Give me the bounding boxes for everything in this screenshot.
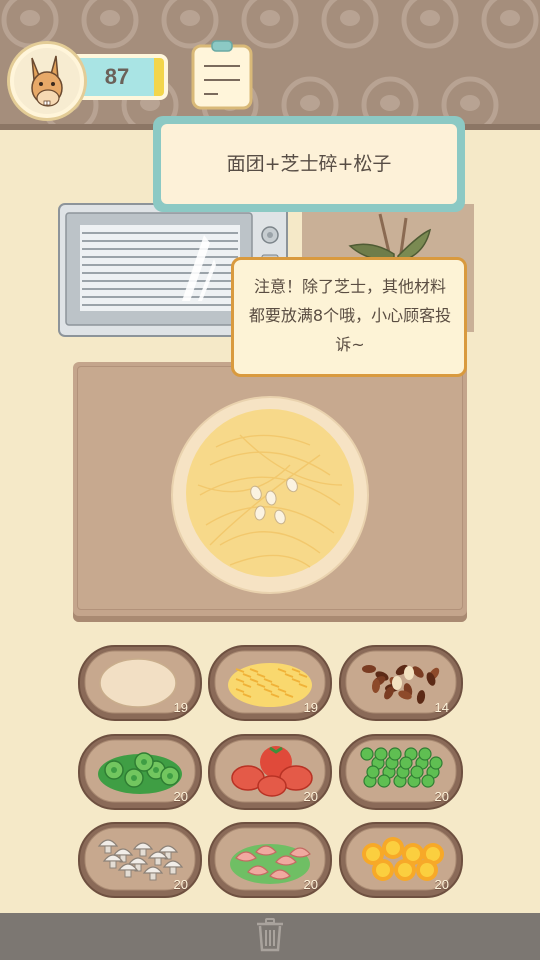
score-value: 87 — [104, 64, 130, 89]
peas-icon — [360, 747, 443, 788]
ingredient-tray-dough[interactable]: 19 — [78, 645, 202, 721]
order-card-inner: 面团+芝士碎+松子 — [161, 124, 457, 204]
donkey-avatar-icon[interactable] — [10, 44, 84, 118]
ingredient-count: 20 — [173, 789, 188, 804]
ingredient-tray-peas[interactable]: 20 — [339, 734, 463, 810]
score-bar-cap — [154, 58, 164, 96]
ingredient-tray-green-pepper[interactable]: 20 — [78, 734, 202, 810]
ingredient-tray-mushroom[interactable]: 20 — [78, 822, 202, 898]
notepad-icon[interactable] — [190, 40, 254, 110]
tip-text: 注意！除了芝士，其他材料都要放满8个哦，小心顾客投诉~ — [248, 277, 452, 354]
ingredient-tray-pine-nuts[interactable]: 14 — [339, 645, 463, 721]
tip-bubble: 注意！除了芝士，其他材料都要放满8个哦，小心顾客投诉~ — [231, 257, 467, 377]
ingredient-count: 20 — [303, 877, 318, 892]
order-card: 面团+芝士碎+松子 — [153, 116, 465, 212]
ingredient-tray-cheese[interactable]: 19 — [208, 645, 332, 721]
ingredient-count: 20 — [434, 789, 449, 804]
ingredient-count: 20 — [434, 877, 449, 892]
dough-icon — [99, 658, 177, 708]
ingredient-count: 20 — [303, 789, 318, 804]
shrimp-icon — [230, 844, 311, 884]
ingredient-tray-corn[interactable]: 20 — [339, 822, 463, 898]
pizza[interactable] — [170, 395, 370, 595]
ingredient-tray-tomato[interactable]: 20 — [208, 734, 332, 810]
trash-icon[interactable] — [254, 917, 286, 953]
ingredient-count: 20 — [173, 877, 188, 892]
ingredient-count: 19 — [303, 700, 318, 715]
ingredient-tray-shrimp[interactable]: 20 — [208, 822, 332, 898]
order-recipe-text: 面团+芝士碎+松子 — [226, 153, 392, 175]
player-score-panel: 87 — [10, 44, 168, 118]
shredded-cheese-icon — [228, 663, 312, 707]
ingredient-count: 14 — [434, 700, 449, 715]
ingredient-count: 19 — [173, 700, 188, 715]
